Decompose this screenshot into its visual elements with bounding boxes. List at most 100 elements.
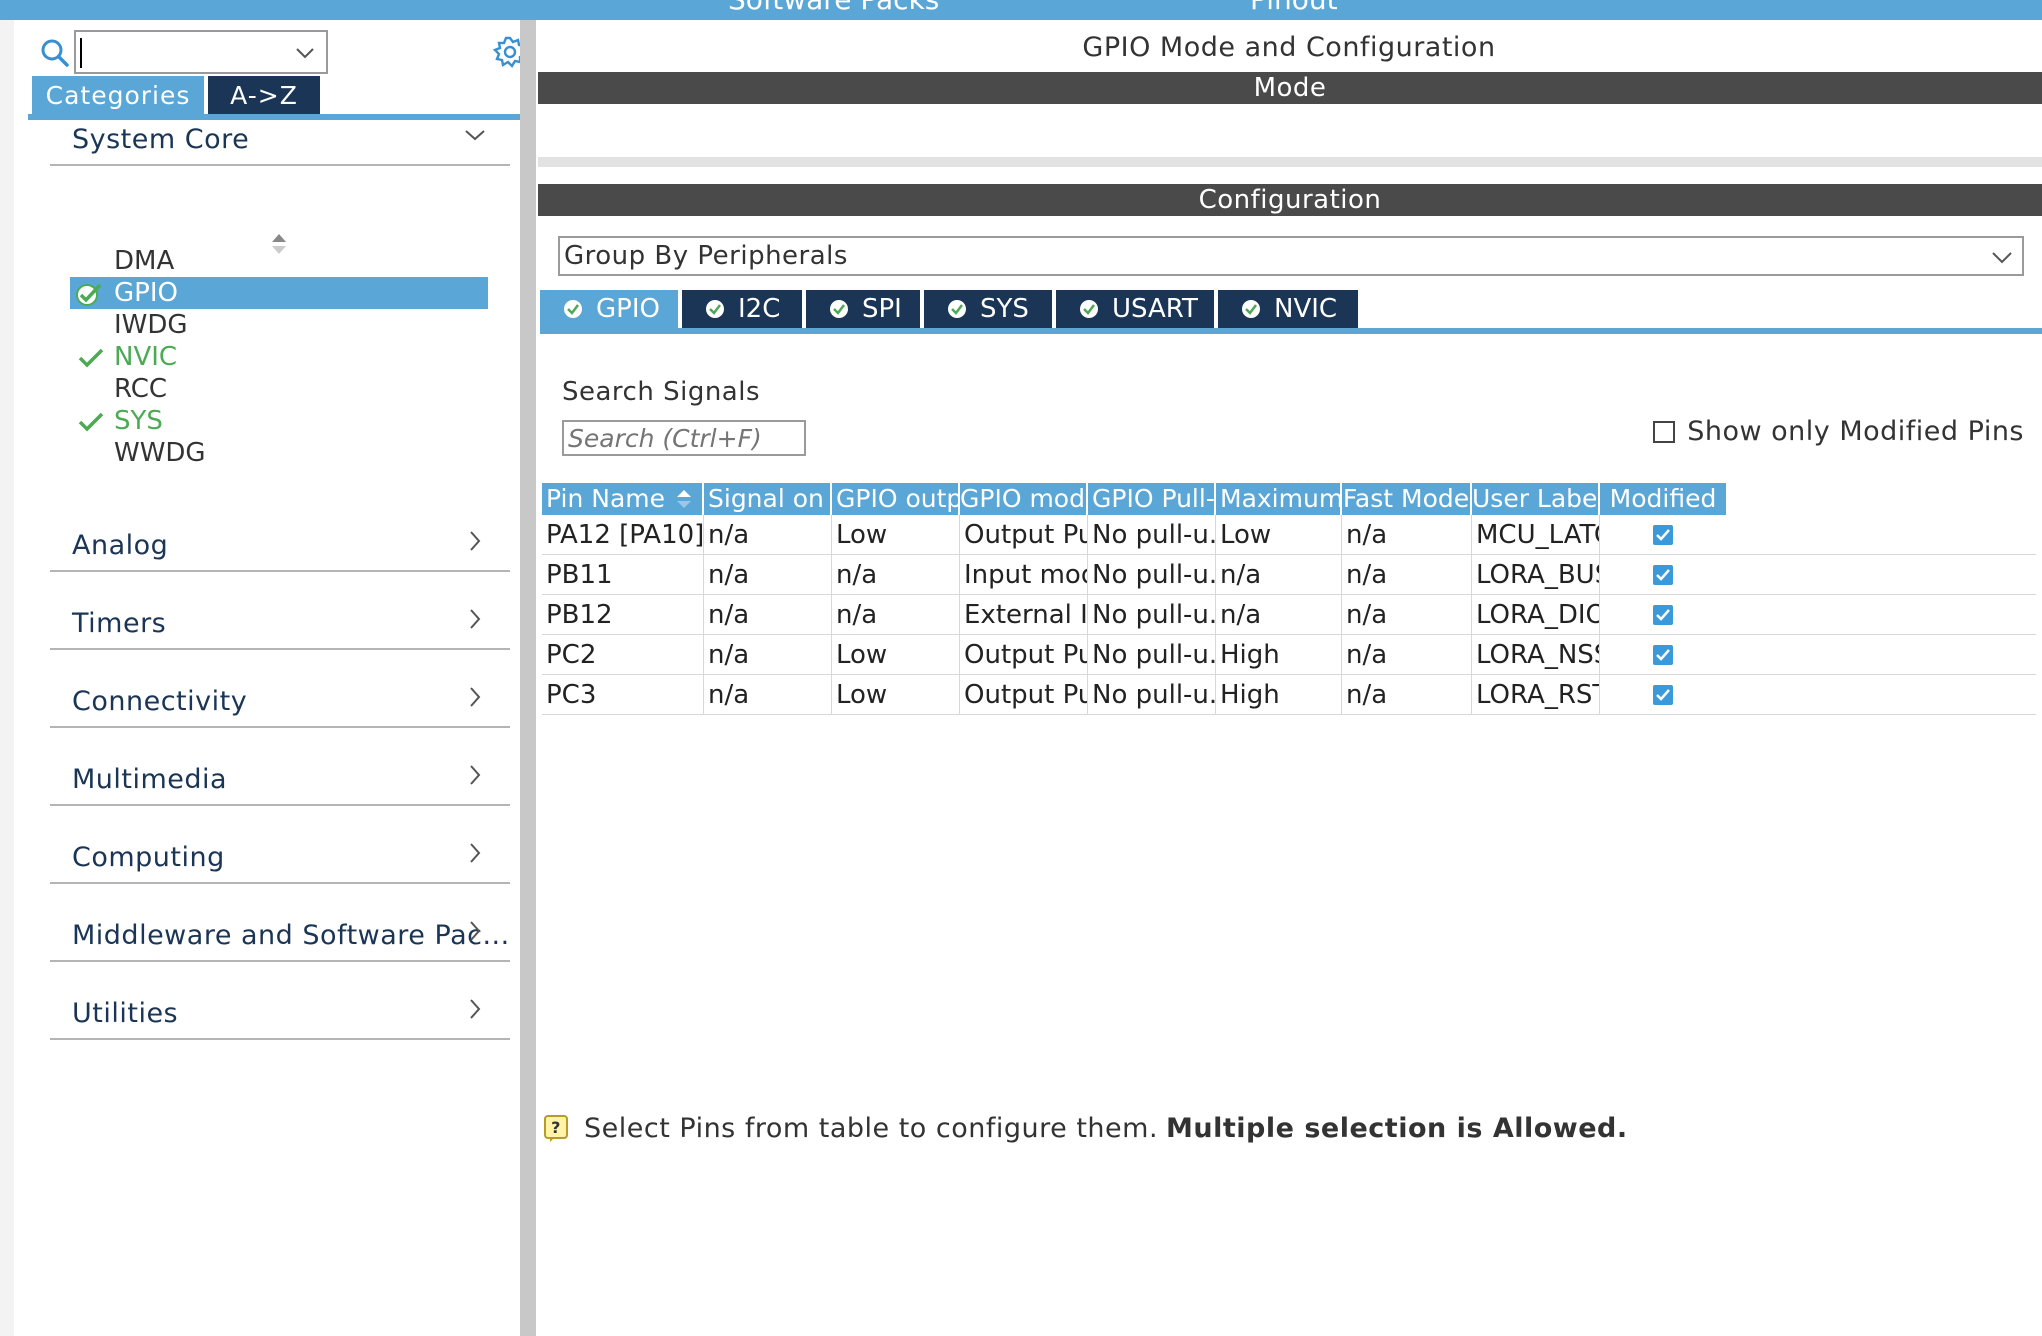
section-timers[interactable]: Timers (50, 590, 510, 650)
cell-pin-name: PA12 [PA10] (542, 515, 704, 555)
check-circle-icon (564, 300, 582, 318)
col-gpio-output[interactable]: GPIO outp... (832, 483, 958, 515)
cell-user-label: LORA_DIO1 (1472, 595, 1600, 635)
tab-label: SYS (980, 294, 1029, 324)
core-item-label: NVIC (114, 342, 178, 372)
chevron-right-icon (470, 609, 481, 629)
cell-signal: n/a (704, 555, 832, 595)
cell-fast-mode: n/a (1342, 675, 1472, 715)
section-computing[interactable]: Computing (50, 824, 510, 884)
core-item-sys[interactable]: SYS (74, 405, 484, 437)
tab-label: I2C (738, 294, 781, 324)
show-modified-toggle[interactable]: Show only Modified Pins (1653, 416, 2024, 447)
tab-sys[interactable]: SYS (924, 290, 1052, 328)
cell-modified[interactable] (1600, 595, 1726, 635)
core-item-rcc[interactable]: RCC (74, 373, 484, 405)
cell-user-label: LORA_RST (1472, 675, 1600, 715)
core-item-label: IWDG (114, 310, 188, 340)
panel-splitter[interactable] (520, 20, 536, 1336)
cell-pin-name: PC2 (542, 635, 704, 675)
section-label: Multimedia (72, 764, 228, 795)
section-middleware[interactable]: Middleware and Software Pac... (50, 902, 510, 962)
check-circle-icon (830, 300, 848, 318)
section-system-core[interactable]: System Core (50, 106, 510, 166)
core-item-iwdg[interactable]: IWDG (74, 309, 484, 341)
cell-user-label: LORA_BUSY (1472, 555, 1600, 595)
col-signal-on-pin[interactable]: Signal on Pin (704, 483, 830, 515)
cell-max-speed: n/a (1216, 555, 1342, 595)
tab-label: GPIO (596, 294, 660, 324)
tab-pinout[interactable]: Pinout (1250, 0, 1338, 16)
section-analog[interactable]: Analog (50, 512, 510, 572)
cell-user-label: LORA_NSS (1472, 635, 1600, 675)
show-modified-checkbox[interactable] (1653, 420, 1676, 443)
core-item-wwdg[interactable]: WWDG (74, 437, 484, 469)
page-title: GPIO Mode and Configuration (1082, 32, 1496, 63)
tab-spi[interactable]: SPI (806, 290, 920, 328)
tab-nvic[interactable]: NVIC (1218, 290, 1358, 328)
tab-usart[interactable]: USART (1056, 290, 1214, 328)
search-row (28, 26, 528, 78)
tab-gpio[interactable]: GPIO (540, 290, 678, 328)
peripheral-tabs: GPIO I2C SPI SYS USART NVIC (540, 290, 2042, 334)
section-multimedia[interactable]: Multimedia (50, 746, 510, 806)
col-user-label[interactable]: User Label (1472, 483, 1598, 515)
chevron-down-icon[interactable] (294, 42, 316, 64)
section-label: Analog (72, 530, 169, 561)
search-combo[interactable] (74, 30, 328, 74)
cell-pin-name: PC3 (542, 675, 704, 715)
show-modified-label: Show only Modified Pins (1687, 416, 2024, 447)
mode-header: Mode (538, 72, 2042, 104)
chevron-down-icon (465, 130, 485, 141)
section-label: Utilities (72, 998, 179, 1029)
group-by-select[interactable]: Group By Peripherals (558, 236, 2024, 276)
cell-modified[interactable] (1600, 675, 1726, 715)
cell-max-speed: High (1216, 635, 1342, 675)
core-item-label: GPIO (114, 278, 178, 308)
check-circle-icon (948, 300, 966, 318)
hint-text: Select Pins from table to configure them… (584, 1113, 1159, 1144)
cell-pull: No pull-u... (1088, 595, 1216, 635)
cell-fast-mode: n/a (1342, 595, 1472, 635)
modified-checkbox-icon[interactable] (1652, 524, 1674, 546)
modified-checkbox-icon[interactable] (1652, 604, 1674, 626)
cell-max-speed: Low (1216, 515, 1342, 555)
cell-fast-mode: n/a (1342, 515, 1472, 555)
table-row[interactable]: PA12 [PA10] n/a Low Output Pu... No pull… (542, 515, 2036, 555)
col-gpio-pull[interactable]: GPIO Pull-... (1088, 483, 1214, 515)
cell-output-level: Low (832, 675, 960, 715)
col-gpio-mode[interactable]: GPIO mode (960, 483, 1086, 515)
cell-modified[interactable] (1600, 635, 1726, 675)
core-item-nvic[interactable]: NVIC (74, 341, 484, 373)
tab-i2c[interactable]: I2C (682, 290, 802, 328)
core-item-dma[interactable]: DMA (74, 245, 484, 277)
search-signals-input[interactable] (562, 420, 806, 456)
table-row[interactable]: PB12 n/a n/a External In... No pull-u...… (542, 595, 2036, 635)
tab-software-packs[interactable]: Software Packs (728, 0, 939, 16)
core-item-gpio[interactable]: GPIO (70, 277, 488, 309)
cell-user-label: MCU_LATCH (1472, 515, 1600, 555)
table-row[interactable]: PB11 n/a n/a Input mode No pull-u... n/a… (542, 555, 2036, 595)
table-row[interactable]: PC2 n/a Low Output Pu... No pull-u... Hi… (542, 635, 2036, 675)
table-row[interactable]: PC3 n/a Low Output Pu... No pull-u... Hi… (542, 675, 2036, 715)
col-fast-mode[interactable]: Fast Mode (1342, 483, 1470, 515)
cell-modified[interactable] (1600, 555, 1726, 595)
core-item-label: SYS (114, 406, 163, 436)
tab-label: SPI (862, 294, 902, 324)
section-connectivity[interactable]: Connectivity (50, 668, 510, 728)
cell-gpio-mode: External In... (960, 595, 1088, 635)
cell-modified[interactable] (1600, 515, 1726, 555)
cell-pull: No pull-u... (1088, 675, 1216, 715)
modified-checkbox-icon[interactable] (1652, 684, 1674, 706)
section-utilities[interactable]: Utilities (50, 980, 510, 1040)
core-item-label: DMA (114, 246, 175, 276)
cell-fast-mode: n/a (1342, 635, 1472, 675)
cell-signal: n/a (704, 595, 832, 635)
modified-checkbox-icon[interactable] (1652, 564, 1674, 586)
col-maximum[interactable]: Maximum ... (1216, 483, 1340, 515)
cell-signal: n/a (704, 635, 832, 675)
svg-text:?: ? (551, 1118, 561, 1137)
col-modified[interactable]: Modified (1600, 483, 1726, 515)
col-pin-name[interactable]: Pin Name (542, 483, 702, 515)
modified-checkbox-icon[interactable] (1652, 644, 1674, 666)
